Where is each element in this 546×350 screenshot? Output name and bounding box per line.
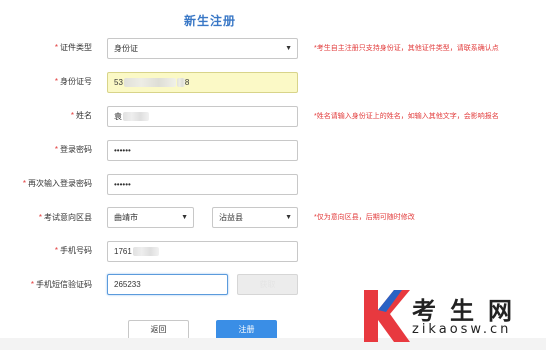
id-type-select[interactable]: 身份证 ▼ [107,38,298,59]
sms-code-label: * 手机短信验证码 [0,280,92,290]
required-star: * [22,179,26,188]
back-button[interactable]: 返回 [128,320,189,340]
password-label-text: 登录密码 [60,145,92,154]
sms-code-value: 265233 [114,280,141,289]
id-number-prefix: 53 [114,78,123,87]
required-star: * [38,213,42,222]
county-select[interactable]: 沾益县 ▼ [212,207,298,228]
phone-label-text: 手机号码 [60,246,92,255]
id-type-value: 身份证 [114,44,138,53]
region-label: * 考试意向区县 [0,213,92,223]
id-type-label-text: 证件类型 [60,43,92,52]
watermark-text-en: zikaosw.cn [412,322,512,337]
region-hint: *仅为意向区县，后期可随时修改 [314,214,415,221]
sms-code-label-text: 手机短信验证码 [36,280,92,289]
id-number-label-text: 身份证号 [60,77,92,86]
send-sms-label: 获取 [259,280,276,289]
required-star: * [54,145,58,154]
required-star: * [30,280,34,289]
region-label-text: 考试意向区县 [44,213,92,222]
required-star: * [70,111,74,120]
redacted-block [123,78,176,88]
city-select[interactable]: 曲靖市 ▼ [107,207,194,228]
page-title: 新生注册 [183,14,236,28]
send-sms-button[interactable]: 获取 [237,274,298,295]
required-star: * [54,77,58,86]
name-label: * 姓名 [0,111,92,121]
password-confirm-label-text: 再次输入登录密码 [28,179,92,188]
chevron-down-icon: ▼ [285,45,292,52]
required-star: * [54,246,58,255]
required-star: * [54,43,58,52]
id-type-label: * 证件类型 [0,43,92,53]
password-confirm-value: •••••• [114,180,131,189]
id-number-label: * 身份证号 [0,77,92,87]
name-value: 袁 [114,112,122,121]
redacted-block [132,247,159,257]
phone-prefix: 1761 [114,247,132,256]
password-label: * 登录密码 [0,145,92,155]
id-number-input[interactable]: 53 8 [107,72,298,93]
phone-label: * 手机号码 [0,246,92,256]
register-button[interactable]: 注册 [216,320,277,340]
password-confirm-input[interactable]: •••••• [107,174,298,195]
county-value: 沾益县 [219,213,243,222]
password-confirm-label: * 再次输入登录密码 [0,179,92,189]
phone-input[interactable]: 1761 [107,241,298,262]
password-value: •••••• [114,146,131,155]
redacted-block [176,78,185,88]
sms-code-input[interactable]: 265233 [107,274,228,295]
city-value: 曲靖市 [114,213,138,222]
redacted-block [123,112,149,122]
name-input[interactable]: 袁 [107,106,298,127]
password-input[interactable]: •••••• [107,140,298,161]
id-number-suffix: 8 [184,78,190,87]
watermark-text-cn: 考生网 [412,297,526,325]
chevron-down-icon: ▼ [285,214,292,221]
name-hint: *姓名请输入身份证上的姓名，如输入其他文字，会影响报名 [314,113,499,120]
id-type-hint: *考生自主注册只支持身份证，其他证件类型，请联系确认点 [314,45,499,52]
name-label-text: 姓名 [76,111,92,120]
chevron-down-icon: ▼ [181,214,188,221]
